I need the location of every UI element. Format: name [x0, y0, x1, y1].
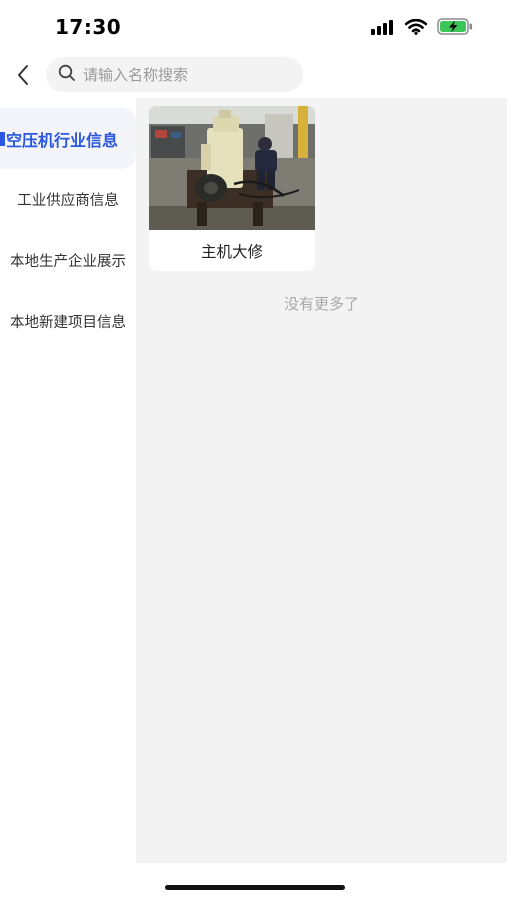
machine-photo — [149, 106, 315, 230]
content-card[interactable]: 主机大修 — [149, 106, 315, 271]
search-icon — [58, 64, 76, 86]
sidebar-item-label: 空压机行业信息 — [6, 130, 119, 150]
sidebar-item-local-new-projects-info[interactable]: 本地新建项目信息 — [0, 291, 136, 352]
sidebar-item-industrial-supplier-info[interactable]: 工业供应商信息 — [0, 169, 136, 230]
battery-charging-icon — [437, 18, 473, 39]
sidebar-item-label: 本地生产企业展示 — [10, 254, 126, 270]
content-area: 主机大修 没有更多了 — [136, 98, 507, 863]
category-sidebar: 空压机行业信息 工业供应商信息 本地生产企业展示 本地新建项目信息 — [0, 98, 136, 863]
sidebar-item-local-enterprise-showcase[interactable]: 本地生产企业展示 — [0, 230, 136, 291]
no-more-text: 没有更多了 — [283, 295, 359, 313]
signal-icon — [371, 19, 395, 39]
back-button[interactable] — [10, 62, 36, 92]
search-input[interactable] — [83, 65, 293, 84]
status-icons — [371, 18, 473, 39]
search-box[interactable] — [46, 57, 303, 92]
status-time: 17:30 — [55, 15, 122, 39]
sidebar-item-label: 工业供应商信息 — [17, 193, 119, 209]
status-bar: 17:30 — [0, 0, 507, 56]
active-indicator — [0, 131, 5, 146]
card-title: 主机大修 — [200, 242, 263, 261]
chevron-left-icon — [16, 64, 30, 90]
sidebar-item-compressor-industry-info[interactable]: 空压机行业信息 — [0, 108, 136, 169]
sidebar-item-label: 本地新建项目信息 — [10, 315, 126, 331]
nav-bar — [0, 56, 507, 98]
home-indicator[interactable] — [165, 885, 345, 890]
wifi-icon — [404, 18, 428, 39]
